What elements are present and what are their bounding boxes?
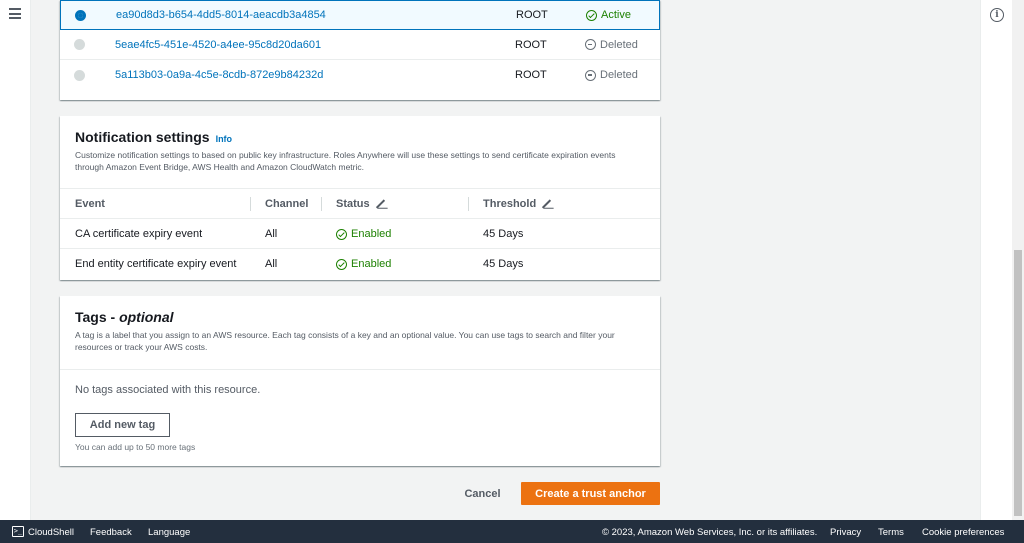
certificate-type: ROOT: [515, 38, 547, 51]
status-badge: Active: [586, 9, 631, 21]
section-description: Customize notification settings to based…: [75, 150, 616, 172]
certificate-id-link[interactable]: 5a113b03-0a9a-4c5e-8cdb-872e9b84232d: [115, 69, 323, 81]
channel-value: All: [265, 228, 278, 240]
certificates-table: ea90d8d3-b654-4dd5-8014-aeacdb3a4854 ROO…: [60, 0, 660, 100]
column-divider: [468, 197, 469, 211]
table-header-row: Event Channel Status Threshold: [60, 188, 660, 218]
status-text: Deleted: [600, 38, 638, 51]
threshold-value: 45 Days: [483, 228, 524, 240]
hamburger-icon[interactable]: [9, 8, 21, 19]
check-circle-icon: [586, 9, 597, 21]
row-radio[interactable]: [74, 39, 85, 50]
tags-body: No tags associated with this resource. A…: [60, 369, 660, 466]
certificate-id-link[interactable]: 5eae4fc5-451e-4520-a4ee-95c8d20da601: [115, 39, 321, 51]
event-name: End entity certificate expiry event: [75, 258, 237, 270]
table-row: CA certificate expiry event All Enabled …: [60, 218, 660, 248]
certificate-type: ROOT: [515, 69, 547, 81]
status-badge: Enabled: [336, 228, 391, 240]
pencil-icon[interactable]: [375, 199, 385, 209]
check-circle-icon: [336, 228, 347, 240]
notification-table: Event Channel Status Threshold CA certif…: [60, 188, 660, 278]
certificate-id-link[interactable]: ea90d8d3-b654-4dd5-8014-aeacdb3a4854: [116, 9, 326, 21]
section-title: Notification settings: [75, 129, 210, 145]
tags-heading: Tags - optional: [75, 309, 645, 325]
row-radio[interactable]: [75, 9, 86, 21]
status-text: Enabled: [351, 228, 392, 240]
terminal-icon[interactable]: >_: [12, 526, 24, 537]
table-row[interactable]: ea90d8d3-b654-4dd5-8014-aeacdb3a4854 ROO…: [60, 0, 660, 30]
column-header-threshold-label: Threshold: [483, 198, 537, 210]
certificate-type: ROOT: [516, 9, 548, 21]
tags-panel: Tags - optional A tag is a label that yo…: [60, 296, 660, 466]
minus-circle-icon: [585, 69, 596, 81]
status-badge: Deleted: [585, 69, 638, 81]
notification-settings-panel: Notification settings Info Customize not…: [60, 116, 660, 280]
create-trust-anchor-button[interactable]: Create a trust anchor: [521, 482, 660, 505]
privacy-link[interactable]: Privacy: [830, 527, 861, 538]
info-icon[interactable]: i: [990, 8, 1004, 22]
check-circle-icon: [336, 258, 347, 270]
status-text: Deleted: [600, 69, 638, 81]
status-text: Active: [601, 9, 631, 21]
console-footer: >_ CloudShell Feedback Language © 2023, …: [0, 520, 1024, 543]
language-link[interactable]: Language: [148, 527, 190, 538]
page-scrollbar[interactable]: [1012, 0, 1024, 520]
table-row[interactable]: 5a113b03-0a9a-4c5e-8cdb-872e9b84232d ROO…: [60, 60, 660, 90]
table-row: End entity certificate expiry event All …: [60, 248, 660, 278]
right-tools-rail: i: [980, 0, 1012, 520]
column-header-threshold[interactable]: Threshold: [483, 198, 552, 210]
cancel-button[interactable]: Cancel: [455, 483, 510, 505]
table-row[interactable]: 5eae4fc5-451e-4520-a4ee-95c8d20da601 ROO…: [60, 30, 660, 60]
empty-state-text: No tags associated with this resource.: [75, 384, 261, 396]
status-badge: Enabled: [336, 258, 391, 270]
column-header-event: Event: [75, 198, 105, 210]
left-navigation-rail: [0, 0, 31, 520]
column-divider: [321, 197, 322, 211]
pencil-icon[interactable]: [542, 199, 552, 209]
column-header-status[interactable]: Status: [336, 198, 386, 210]
minus-circle-icon: [585, 39, 596, 50]
row-radio[interactable]: [74, 69, 85, 81]
tags-title: Tags -: [75, 309, 120, 325]
terms-link[interactable]: Terms: [878, 527, 904, 538]
cookie-preferences-link[interactable]: Cookie preferences: [922, 527, 1004, 538]
status-badge: Deleted: [585, 39, 638, 51]
feedback-link[interactable]: Feedback: [90, 527, 132, 538]
cloudshell-link[interactable]: CloudShell: [28, 527, 74, 538]
info-link[interactable]: Info: [216, 134, 233, 144]
status-text: Enabled: [351, 258, 392, 270]
column-header-status-label: Status: [336, 198, 370, 210]
channel-value: All: [265, 258, 278, 270]
column-divider: [250, 197, 251, 211]
scrollbar-thumb[interactable]: [1014, 250, 1022, 516]
tags-limit-hint: You can add up to 50 more tags: [75, 442, 196, 452]
add-new-tag-button[interactable]: Add new tag: [75, 413, 170, 437]
notification-settings-heading: Notification settings Info: [75, 129, 645, 145]
section-description: A tag is a label that you assign to an A…: [75, 330, 615, 352]
column-header-channel: Channel: [265, 198, 309, 210]
copyright-text: © 2023, Amazon Web Services, Inc. or its…: [602, 527, 818, 538]
threshold-value: 45 Days: [483, 258, 524, 270]
tags-optional-label: optional: [119, 309, 174, 325]
event-name: CA certificate expiry event: [75, 228, 203, 240]
